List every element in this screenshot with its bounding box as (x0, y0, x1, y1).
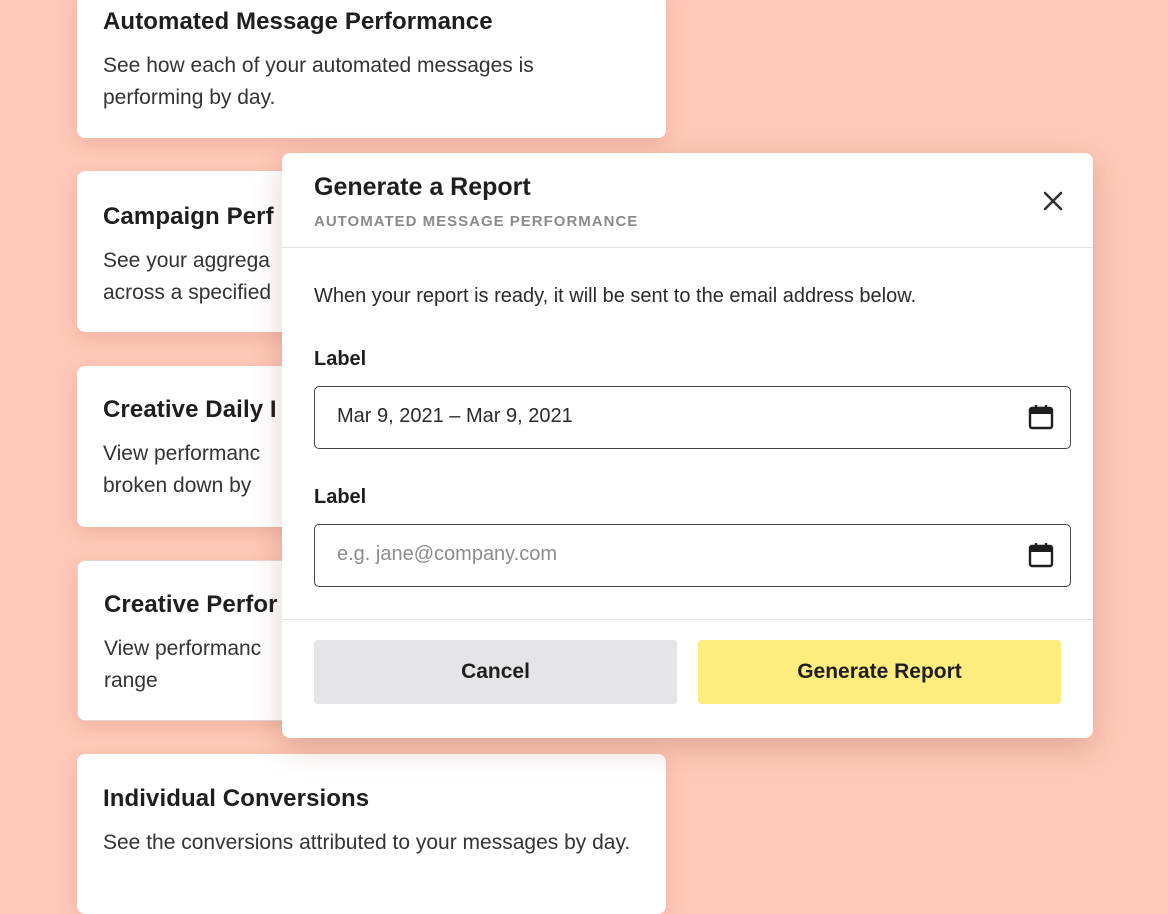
card-title: Automated Message Performance (103, 8, 493, 35)
dialog-title: Generate a Report (314, 173, 531, 201)
dialog-subtitle: AUTOMATED MESSAGE PERFORMANCE (314, 213, 639, 230)
date-range-label: Label (314, 348, 367, 370)
close-icon[interactable] (1039, 187, 1067, 215)
email-label: Label (314, 486, 367, 508)
dialog-footer: Cancel Generate Report (282, 619, 1093, 739)
dialog-body: When your report is ready, it will be se… (314, 285, 1071, 308)
report-card-individual-conversions[interactable]: Individual Conversions See the conversio… (77, 754, 666, 914)
card-description: See how each of your automated messages … (103, 54, 534, 109)
email-placeholder: e.g. jane@company.com (337, 543, 558, 565)
generate-report-button[interactable]: Generate Report (698, 640, 1061, 704)
dialog-header: Generate a Report AUTOMATED MESSAGE PERF… (282, 153, 1093, 248)
card-title: Individual Conversions (103, 785, 370, 812)
date-range-value: Mar 9, 2021 – Mar 9, 2021 (337, 405, 573, 427)
card-description: View performanc range (104, 637, 262, 692)
card-description: View performanc broken down by (103, 442, 261, 497)
card-description: See your aggrega across a specified (103, 249, 272, 304)
email-field[interactable]: e.g. jane@company.com (314, 524, 1071, 587)
generate-report-dialog: Generate a Report AUTOMATED MESSAGE PERF… (282, 153, 1093, 738)
cancel-button[interactable]: Cancel (314, 640, 677, 704)
calendar-icon[interactable] (1028, 542, 1054, 568)
date-range-field[interactable]: Mar 9, 2021 – Mar 9, 2021 (314, 386, 1071, 449)
report-card-automated-message-performance[interactable]: Automated Message Performance See how ea… (77, 0, 666, 138)
calendar-icon[interactable] (1028, 404, 1054, 430)
card-description: See the conversions attributed to your m… (103, 831, 631, 854)
dialog-instructions: When your report is ready, it will be se… (314, 285, 917, 307)
